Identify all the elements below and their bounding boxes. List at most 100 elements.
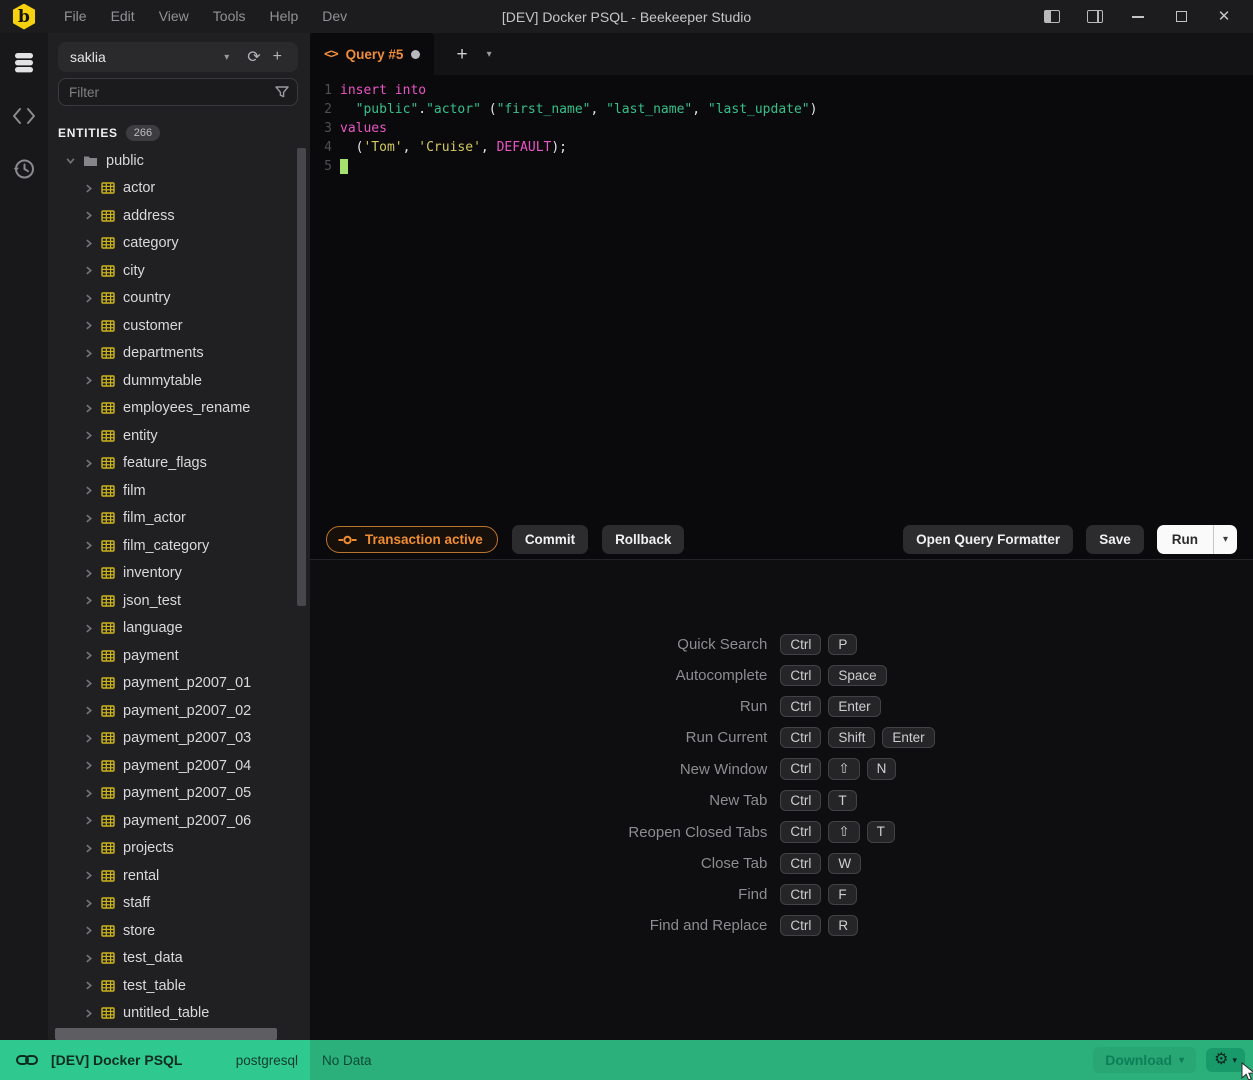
key-cap: Ctrl	[780, 665, 821, 686]
sql-editor[interactable]: 1insert into2 "public"."actor" ("first_n…	[310, 75, 1253, 520]
chevron-right-icon	[84, 321, 93, 330]
table-row-city[interactable]: city	[48, 257, 310, 285]
save-button[interactable]: Save	[1086, 525, 1144, 554]
tab-list-dropdown-button[interactable]: ▾	[487, 49, 492, 60]
table-row-test_table[interactable]: test_table	[48, 972, 310, 1000]
link-icon	[16, 1053, 38, 1067]
table-row-feature_flags[interactable]: feature_flags	[48, 450, 310, 478]
table-row-test_data[interactable]: test_data	[48, 945, 310, 973]
table-row-customer[interactable]: customer	[48, 312, 310, 340]
shortcut-keys: CtrlEnter	[780, 696, 934, 717]
table-row-dummytable[interactable]: dummytable	[48, 367, 310, 395]
commit-button[interactable]: Commit	[512, 525, 588, 554]
table-row-payment_p2007_06[interactable]: payment_p2007_06	[48, 807, 310, 835]
menu-tools[interactable]: Tools	[201, 0, 258, 33]
key-cap: Ctrl	[780, 727, 821, 748]
table-label: payment_p2007_04	[123, 758, 251, 774]
database-select[interactable]: saklia ▾ ⟳ +	[58, 42, 298, 72]
key-cap: F	[828, 884, 856, 905]
connection-status-section: [DEV] Docker PSQL postgresql	[0, 1040, 310, 1080]
table-label: json_test	[123, 593, 181, 609]
sidebar-vertical-scrollbar[interactable]	[297, 148, 306, 606]
table-icon	[101, 815, 115, 827]
settings-menu-button[interactable]: ⚙ ▾	[1206, 1048, 1245, 1072]
table-label: payment_p2007_01	[123, 675, 251, 691]
status-bar: [DEV] Docker PSQL postgresql No Data Dow…	[0, 1040, 1253, 1080]
table-row-untitled_table[interactable]: untitled_table	[48, 1000, 310, 1028]
schema-row-public[interactable]: public	[48, 147, 310, 175]
table-label: payment	[123, 648, 179, 664]
table-icon	[101, 622, 115, 634]
history-tab-button[interactable]	[10, 155, 38, 183]
menu-file[interactable]: File	[52, 0, 99, 33]
add-database-button[interactable]: +	[267, 48, 288, 66]
key-cap: Shift	[828, 727, 875, 748]
schema-label: public	[106, 153, 144, 169]
table-row-category[interactable]: category	[48, 230, 310, 258]
table-row-address[interactable]: address	[48, 202, 310, 230]
table-icon	[101, 567, 115, 579]
chevron-right-icon	[84, 954, 93, 963]
chevron-right-icon	[84, 926, 93, 935]
run-options-dropdown-button[interactable]: ▾	[1214, 525, 1237, 554]
shortcut-keys: CtrlT	[780, 790, 934, 811]
shortcut-keys: CtrlShiftEnter	[780, 727, 934, 748]
table-label: country	[123, 290, 171, 306]
table-row-store[interactable]: store	[48, 917, 310, 945]
table-row-json_test[interactable]: json_test	[48, 587, 310, 615]
key-cap: T	[867, 821, 895, 843]
queries-tab-button[interactable]	[10, 102, 38, 130]
table-icon	[101, 952, 115, 964]
table-row-projects[interactable]: projects	[48, 835, 310, 863]
table-row-rental[interactable]: rental	[48, 862, 310, 890]
table-icon	[101, 182, 115, 194]
menu-view[interactable]: View	[147, 0, 201, 33]
table-row-country[interactable]: country	[48, 285, 310, 313]
minimize-button[interactable]	[1123, 6, 1153, 28]
table-row-film[interactable]: film	[48, 477, 310, 505]
rollback-button[interactable]: Rollback	[602, 525, 684, 554]
toggle-left-panel-button[interactable]	[1037, 6, 1067, 28]
table-row-payment_p2007_04[interactable]: payment_p2007_04	[48, 752, 310, 780]
maximize-button[interactable]	[1166, 6, 1196, 28]
table-row-actor[interactable]: actor	[48, 175, 310, 203]
tab-label: Query #5	[346, 47, 404, 62]
toggle-right-panel-button[interactable]	[1080, 6, 1110, 28]
transaction-active-badge: Transaction active	[326, 526, 498, 553]
open-query-formatter-button[interactable]: Open Query Formatter	[903, 525, 1073, 554]
menu-help[interactable]: Help	[257, 0, 310, 33]
menu-edit[interactable]: Edit	[99, 0, 147, 33]
tab-query-5[interactable]: <> Query #5	[310, 33, 434, 75]
table-row-payment_p2007_02[interactable]: payment_p2007_02	[48, 697, 310, 725]
line-number: 5	[310, 157, 332, 176]
download-button[interactable]: Download ▾	[1093, 1047, 1196, 1073]
entity-filter-input[interactable]	[61, 85, 275, 100]
table-row-payment_p2007_05[interactable]: payment_p2007_05	[48, 780, 310, 808]
table-row-payment[interactable]: payment	[48, 642, 310, 670]
table-row-payment_p2007_03[interactable]: payment_p2007_03	[48, 725, 310, 753]
table-row-film_category[interactable]: film_category	[48, 532, 310, 560]
run-button[interactable]: Run	[1157, 525, 1213, 554]
key-cap: Ctrl	[780, 696, 821, 717]
folder-icon	[83, 155, 98, 167]
table-row-staff[interactable]: staff	[48, 890, 310, 918]
close-button[interactable]: ✕	[1209, 6, 1239, 28]
window-controls: ✕	[1037, 6, 1253, 28]
new-tab-button[interactable]: +	[456, 45, 467, 64]
table-row-departments[interactable]: departments	[48, 340, 310, 368]
line-number: 1	[310, 81, 332, 100]
table-row-inventory[interactable]: inventory	[48, 560, 310, 588]
table-row-payment_p2007_01[interactable]: payment_p2007_01	[48, 670, 310, 698]
table-row-film_actor[interactable]: film_actor	[48, 505, 310, 533]
table-icon	[101, 402, 115, 414]
database-tab-button[interactable]	[10, 49, 38, 77]
menu-dev[interactable]: Dev	[310, 0, 359, 33]
shortcut-keys: CtrlR	[780, 915, 934, 936]
table-row-employees_rename[interactable]: employees_rename	[48, 395, 310, 423]
refresh-button[interactable]: ⟳	[241, 47, 266, 67]
table-row-entity[interactable]: entity	[48, 422, 310, 450]
sidebar-horizontal-scrollbar[interactable]	[55, 1028, 277, 1040]
line-number: 4	[310, 138, 332, 157]
key-cap: Ctrl	[780, 884, 821, 905]
table-row-language[interactable]: language	[48, 615, 310, 643]
